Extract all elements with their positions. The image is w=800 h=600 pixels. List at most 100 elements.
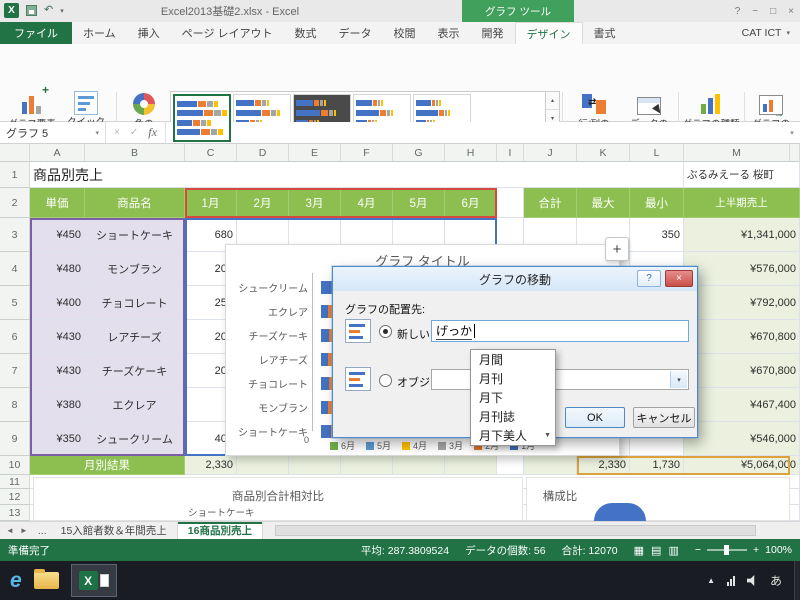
qat-customize-arrow-icon[interactable]: ▾ xyxy=(60,7,64,15)
name-box[interactable]: グラフ 5 ▾ xyxy=(0,122,106,143)
row-header-4[interactable]: 4 xyxy=(0,252,30,286)
monthly-min[interactable]: 1,730 xyxy=(630,456,684,475)
row-header-7[interactable]: 7 xyxy=(0,354,30,388)
monthly-result-label[interactable]: 月別結果 xyxy=(30,456,185,475)
undo-icon[interactable]: ↶ xyxy=(44,5,53,16)
next-sheet-button[interactable]: ► xyxy=(20,526,28,535)
sheet-tab-15入館者数＆年間売上[interactable]: 15入館者数＆年間売上 xyxy=(51,522,178,539)
monthly-grand-total[interactable] xyxy=(524,456,577,475)
save-icon[interactable] xyxy=(26,5,37,16)
tray-expand-icon[interactable]: ▲ xyxy=(707,576,715,585)
page-layout-view-button[interactable]: ▤ xyxy=(651,544,661,557)
header-month-1月[interactable]: 1月 xyxy=(185,188,237,218)
sheet-tab-16商品別売上[interactable]: 16商品別売上 xyxy=(178,522,263,539)
header-month-3月[interactable]: 3月 xyxy=(289,188,341,218)
formula-input[interactable] xyxy=(166,122,784,143)
object-radio[interactable] xyxy=(379,374,392,387)
cell-product-name[interactable]: ショートケーキ xyxy=(85,218,185,252)
cell-price[interactable]: ¥430 xyxy=(30,320,85,354)
cell-half-total[interactable]: ¥792,000 xyxy=(684,286,800,320)
excel-taskbar-button[interactable]: X xyxy=(71,564,117,597)
header-max[interactable]: 最大 xyxy=(577,188,630,218)
column-header-M[interactable]: M xyxy=(684,144,790,162)
cell-product-name[interactable]: モンブラン xyxy=(85,252,185,286)
sheet-title-cell[interactable]: 商品別売上 xyxy=(30,162,684,188)
cell-half-total[interactable]: ¥670,800 xyxy=(684,320,800,354)
cell-price[interactable]: ¥430 xyxy=(30,354,85,388)
column-header-E[interactable]: E xyxy=(289,144,341,162)
ime-candidate[interactable]: 月下美人▼ xyxy=(471,426,555,445)
ime-candidates-more-icon[interactable]: ▼ xyxy=(544,432,551,439)
cell-half-total[interactable]: ¥546,000 xyxy=(684,422,800,456)
monthly-month-total[interactable] xyxy=(341,456,393,475)
volume-icon[interactable] xyxy=(747,575,758,586)
combobox-dropdown-icon[interactable]: ▾ xyxy=(670,371,687,388)
tab-ページ レイアウト[interactable]: ページ レイアウト xyxy=(171,22,284,44)
tab-表示[interactable]: 表示 xyxy=(427,22,471,44)
formula-bar-expand-icon[interactable]: ▾ xyxy=(784,122,800,143)
tab-デザイン[interactable]: デザイン xyxy=(515,22,583,44)
header-name[interactable]: 商品名 xyxy=(85,188,185,218)
cell-price[interactable]: ¥380 xyxy=(30,388,85,422)
network-icon[interactable] xyxy=(727,576,735,586)
page-break-view-button[interactable]: ▥ xyxy=(668,544,678,557)
tab-書式[interactable]: 書式 xyxy=(583,22,627,44)
cell-half-total[interactable]: ¥576,000 xyxy=(684,252,800,286)
column-header-B[interactable]: B xyxy=(85,144,185,162)
header-min[interactable]: 最小 xyxy=(630,188,684,218)
cell-price[interactable]: ¥350 xyxy=(30,422,85,456)
monthly-month-total[interactable] xyxy=(393,456,445,475)
header-month-4月[interactable]: 4月 xyxy=(341,188,393,218)
sheet-overflow-indicator[interactable]: ... xyxy=(34,522,51,539)
column-header-J[interactable]: J xyxy=(524,144,577,162)
horizontal-scrollbar[interactable] xyxy=(263,522,800,539)
monthly-month-total[interactable] xyxy=(445,456,497,475)
header-half[interactable]: 上半期売上 xyxy=(684,188,800,218)
new-sheet-name-input[interactable]: げっか xyxy=(431,320,689,342)
monthly-max[interactable]: 2,330 xyxy=(577,456,630,475)
zoom-slider[interactable] xyxy=(707,549,747,551)
column-header-L[interactable]: L xyxy=(630,144,684,162)
cell-half-total[interactable]: ¥467,400 xyxy=(684,388,800,422)
column-header-G[interactable]: G xyxy=(393,144,445,162)
cell-product-name[interactable]: レアチーズ xyxy=(85,320,185,354)
cell-half-total[interactable]: ¥1,341,000 xyxy=(684,218,800,252)
column-header-K[interactable]: K xyxy=(577,144,630,162)
cell-half-total[interactable]: ¥670,800 xyxy=(684,354,800,388)
tab-挿入[interactable]: 挿入 xyxy=(127,22,171,44)
row-header-12[interactable]: 12 xyxy=(0,489,30,505)
zoom-slider-thumb[interactable] xyxy=(724,545,729,555)
zoom-level[interactable]: 100% xyxy=(765,544,792,556)
insert-function-icon[interactable]: fx xyxy=(148,125,157,140)
header-month-5月[interactable]: 5月 xyxy=(393,188,445,218)
tab-ファイル[interactable]: ファイル xyxy=(0,22,72,44)
monthly-month-total[interactable]: 2,330 xyxy=(185,456,237,475)
ime-candidate[interactable]: 月下 xyxy=(471,388,555,407)
column-header-D[interactable]: D xyxy=(237,144,289,162)
explorer-taskbar-button[interactable] xyxy=(34,572,59,589)
row-header-6[interactable]: 6 xyxy=(0,320,30,354)
account-menu[interactable]: CAT ICT ▾ xyxy=(742,22,800,44)
column-header-F[interactable]: F xyxy=(341,144,393,162)
minimize-button[interactable]: − xyxy=(752,6,758,17)
store-note-cell[interactable]: ぶるみえーる 桜町 xyxy=(684,162,800,188)
header-month-2月[interactable]: 2月 xyxy=(237,188,289,218)
cell-product-name[interactable]: チョコレート xyxy=(85,286,185,320)
monthly-month-total[interactable] xyxy=(237,456,289,475)
cell-blank[interactable] xyxy=(497,456,524,475)
dialog-close-button[interactable]: × xyxy=(665,270,693,287)
zoom-out-button[interactable]: − xyxy=(695,544,701,556)
ime-candidate[interactable]: 月刊 xyxy=(471,369,555,388)
cell-price[interactable]: ¥400 xyxy=(30,286,85,320)
ime-mode-indicator[interactable]: あ xyxy=(770,572,782,589)
row-header-9[interactable]: 9 xyxy=(0,422,30,456)
zoom-in-button[interactable]: + xyxy=(753,544,759,556)
row-header-5[interactable]: 5 xyxy=(0,286,30,320)
row-header-10[interactable]: 10 xyxy=(0,456,30,475)
ime-candidate[interactable]: 月間 xyxy=(471,350,555,369)
cancel-formula-icon[interactable]: × xyxy=(114,127,120,138)
tab-数式[interactable]: 数式 xyxy=(284,22,328,44)
ime-candidate[interactable]: 月刊誌 xyxy=(471,407,555,426)
row-header-8[interactable]: 8 xyxy=(0,388,30,422)
column-header-H[interactable]: H xyxy=(445,144,497,162)
